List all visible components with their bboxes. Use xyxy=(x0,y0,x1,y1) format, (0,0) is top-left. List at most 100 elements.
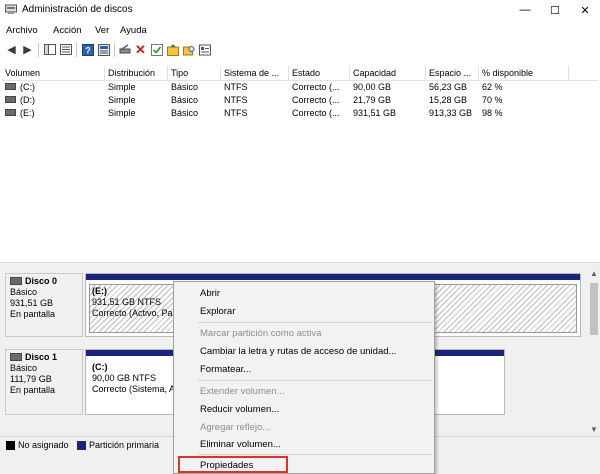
menu-accion[interactable]: Acción xyxy=(53,25,82,36)
table-row[interactable]: (C:) Simple Básico NTFS Correcto (... 90… xyxy=(2,81,598,94)
menu-item-reducir[interactable]: Reducir volumen... xyxy=(200,404,279,415)
console-tree-icon[interactable] xyxy=(43,43,56,56)
menu-separator xyxy=(198,380,432,381)
title-bar: Administración de discos — ☐ ✕ xyxy=(0,0,600,20)
table-row[interactable]: (E:) Simple Básico NTFS Correcto (... 93… xyxy=(2,107,598,120)
disk-1-type: Básico xyxy=(10,363,38,373)
menu-item-propiedades[interactable]: Propiedades xyxy=(200,460,253,471)
toolbar-separator xyxy=(114,43,115,57)
disk-0-name: Disco 0 xyxy=(25,276,58,286)
percent-free-cell: 98 % xyxy=(482,108,503,118)
menu-separator xyxy=(198,454,432,455)
minimize-button[interactable]: — xyxy=(510,0,540,20)
menu-item-explorar[interactable]: Explorar xyxy=(200,306,235,317)
column-header-distribucion[interactable]: Distribución xyxy=(105,66,168,80)
layout-cell: Simple xyxy=(108,108,136,118)
column-header-sistema[interactable]: Sistema de ... xyxy=(221,66,289,80)
column-header-volumen[interactable]: Volumen xyxy=(2,66,105,80)
partition-c-size: 90,00 GB NTFS xyxy=(92,373,157,383)
menu-item-cambiar-letra[interactable]: Cambiar la letra y rutas de acceso de un… xyxy=(200,346,396,357)
status-cell: Correcto (... xyxy=(292,95,340,105)
unallocated-swatch xyxy=(6,441,15,450)
volume-name-cell: (E:) xyxy=(2,107,108,120)
partition-c-status: Correcto (Sistema, A xyxy=(92,384,176,394)
menu-item-formatear[interactable]: Formatear... xyxy=(200,364,251,375)
back-arrow-icon[interactable]: ◀ xyxy=(5,43,18,56)
volume-name: (E:) xyxy=(20,108,35,118)
window-title: Administración de discos xyxy=(22,4,133,15)
list-view-icon[interactable] xyxy=(59,43,72,56)
disk-1-name: Disco 1 xyxy=(25,352,58,362)
column-header-espacio[interactable]: Espacio ... xyxy=(426,66,479,80)
column-header-estado[interactable]: Estado xyxy=(289,66,350,80)
legend-unallocated: No asignado xyxy=(18,440,69,450)
free-space-cell: 913,33 GB xyxy=(429,108,473,118)
drive-icon xyxy=(5,96,16,104)
toolbar-separator xyxy=(38,43,39,57)
disk-icon xyxy=(10,276,22,285)
partition-e-label: (E:) xyxy=(92,286,107,296)
filesystem-cell: NTFS xyxy=(224,82,248,92)
column-header-tipo[interactable]: Tipo xyxy=(168,66,221,80)
disk-0-label[interactable]: Disco 0 Básico 931,51 GB En pantalla xyxy=(5,273,83,337)
status-cell: Correcto (... xyxy=(292,82,340,92)
new-folder-up-icon[interactable] xyxy=(166,43,179,56)
menu-ayuda[interactable]: Ayuda xyxy=(120,25,147,36)
partition-c-info: (C:) 90,00 GB NTFS Correcto (Sistema, A xyxy=(92,362,175,395)
capacity-cell: 931,51 GB xyxy=(353,108,397,118)
disk-icon xyxy=(10,352,22,361)
type-cell: Básico xyxy=(171,108,199,118)
disk-1-size: 111,79 GB xyxy=(10,374,52,384)
disk-1-label[interactable]: Disco 1 Básico 111,79 GB En pantalla xyxy=(5,349,83,415)
connect-drive-icon[interactable] xyxy=(119,43,132,56)
menu-archivo[interactable]: Archivo xyxy=(6,25,38,36)
volume-name-cell: (C:) xyxy=(2,81,108,94)
menu-item-marcar-activa: Marcar partición como activa xyxy=(200,328,322,339)
partition-e-status: Correcto (Activo, Pa xyxy=(92,308,173,318)
menu-item-extender: Extender volumen... xyxy=(200,386,285,397)
help-icon[interactable]: ? xyxy=(81,43,94,56)
settings-panel-icon[interactable] xyxy=(198,43,211,56)
delete-icon[interactable]: ✕ xyxy=(134,42,147,57)
layout-cell: Simple xyxy=(108,82,136,92)
filesystem-cell: NTFS xyxy=(224,95,248,105)
toolbar-separator xyxy=(76,43,77,57)
volume-name: (D:) xyxy=(20,95,35,105)
percent-free-cell: 62 % xyxy=(482,82,503,92)
scroll-down-arrow-icon[interactable]: ▼ xyxy=(588,425,600,434)
layout-cell: Simple xyxy=(108,95,136,105)
free-space-cell: 15,28 GB xyxy=(429,95,468,105)
disk-0-type: Básico xyxy=(10,287,38,297)
properties-sheet-icon[interactable] xyxy=(97,43,110,56)
forward-arrow-icon[interactable]: ▶ xyxy=(21,43,34,56)
disk-0-size: 931,51 GB xyxy=(10,298,54,308)
vertical-scrollbar[interactable]: ▲ ▼ xyxy=(588,267,600,436)
menu-item-abrir[interactable]: Abrir xyxy=(200,288,220,299)
volume-name-cell: (D:) xyxy=(2,94,108,107)
table-row[interactable]: (D:) Simple Básico NTFS Correcto (... 21… xyxy=(2,94,598,107)
disk-0-state: En pantalla xyxy=(10,309,56,319)
column-header-disponible[interactable]: % disponible xyxy=(479,66,569,80)
column-header-capacidad[interactable]: Capacidad xyxy=(350,66,426,80)
drive-icon xyxy=(5,109,16,117)
menu-ver[interactable]: Ver xyxy=(95,25,109,36)
partition-header-bar xyxy=(86,274,580,280)
volume-name: (C:) xyxy=(20,82,35,92)
menu-item-eliminar[interactable]: Eliminar volumen... xyxy=(200,439,281,450)
free-space-cell: 56,23 GB xyxy=(429,82,468,92)
checklist-icon[interactable] xyxy=(150,43,163,56)
status-cell: Correcto (... xyxy=(292,108,340,118)
percent-free-cell: 70 % xyxy=(482,95,503,105)
scroll-thumb[interactable] xyxy=(590,283,598,335)
folder-search-icon[interactable] xyxy=(182,43,195,56)
type-cell: Básico xyxy=(171,95,199,105)
menu-bar: Archivo Acción Ver Ayuda xyxy=(0,22,600,38)
svg-text:?: ? xyxy=(85,45,91,55)
capacity-cell: 21,79 GB xyxy=(353,95,392,105)
scroll-up-arrow-icon[interactable]: ▲ xyxy=(588,269,600,278)
legend-primary: Partición primaria xyxy=(89,440,160,450)
filesystem-cell: NTFS xyxy=(224,108,248,118)
close-button[interactable]: ✕ xyxy=(570,0,600,20)
maximize-button[interactable]: ☐ xyxy=(540,0,570,20)
menu-separator xyxy=(198,322,432,323)
